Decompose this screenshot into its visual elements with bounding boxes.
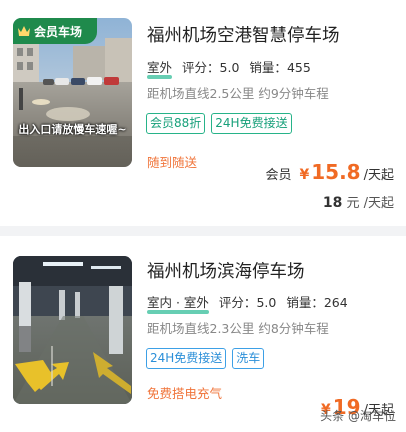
distance-info: 距机场直线2.3公里 约8分钟车程 [147, 321, 329, 336]
member-lot-badge-label: 会员车场 [34, 24, 83, 39]
card-divider [0, 226, 406, 236]
tag-free-shuttle: 24H免费接送 [211, 113, 292, 134]
member-lot-badge: 会员车场 [13, 18, 97, 44]
tag-car-wash: 洗车 [232, 348, 265, 369]
tag-free-shuttle: 24H免费接送 [146, 348, 227, 369]
parking-lot-photo-2[interactable] [13, 256, 132, 404]
rating: 评分：5.0 [182, 60, 240, 75]
parking-lot-photo-1[interactable]: 会员车场 出入口请放慢车速喔~ [13, 18, 132, 167]
parking-lot-meta: 室内 · 室外 评分：5.0 销量：264 [147, 292, 348, 314]
distance-info: 距机场直线2.5公里 约9分钟车程 [147, 86, 329, 101]
parking-lot-title[interactable]: 福州机场空港智慧停车场 [147, 22, 340, 47]
service-tags: 会员88折 24H免费接送 [146, 113, 292, 134]
promo-text: 免费搭电充气 [147, 386, 223, 401]
price-unit: /天起 [363, 168, 394, 183]
rating: 评分：5.0 [218, 295, 277, 310]
source-watermark: 头条 @淘车位 [320, 409, 396, 423]
sales-count: 销量：455 [249, 60, 311, 75]
parking-lot-title[interactable]: 福州机场滨海停车场 [147, 258, 305, 283]
location-type: 室内 · 室外 [147, 292, 209, 314]
original-price-value: 18 [322, 195, 343, 211]
member-price: 15.8 [311, 160, 361, 184]
location-type: 室外 [147, 57, 173, 79]
indoor-garage-photo [13, 256, 132, 404]
tag-member-discount: 会员88折 [146, 113, 206, 134]
sales-count: 销量：264 [286, 295, 348, 310]
member-price-label: 会员 [265, 168, 292, 183]
original-price-unit: 元 /天起 [346, 196, 394, 211]
parking-lot-card-1[interactable]: 会员车场 出入口请放慢车速喔~ 福州机场空港智慧停车场 室外 评分：5.0 销量… [0, 0, 406, 226]
original-price: 18 元 /天起 [323, 192, 394, 211]
parking-lot-meta: 室外 评分：5.0 销量：455 [147, 57, 311, 79]
photo-caption: 出入口请放慢车速喔~ [18, 123, 127, 136]
currency-symbol: ¥ [299, 167, 310, 183]
service-tags: 24H免费接送 洗车 [146, 348, 265, 369]
price-block: 会员 ¥ 15.8 /天起 [265, 160, 394, 184]
crown-icon [18, 26, 30, 36]
promo-text: 随到随送 [147, 155, 198, 170]
